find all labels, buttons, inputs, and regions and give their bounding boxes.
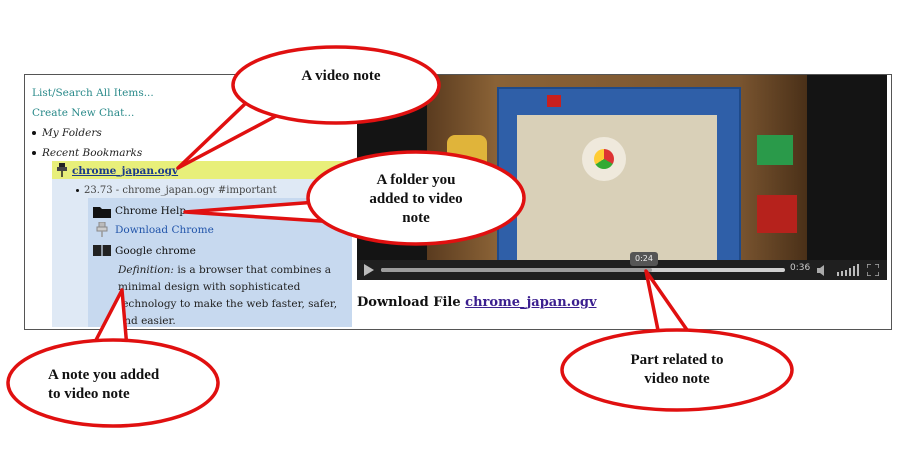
- callout-folder-text: A folder you added to video note: [346, 171, 486, 228]
- callout-part-text: Part related to video note: [607, 351, 747, 389]
- callout-video-note-label: A video note: [301, 68, 381, 84]
- callout-note-text: A note you added to video note: [48, 366, 198, 404]
- callout-folder-line2: added to video: [369, 191, 463, 207]
- callout-folder-line1: A folder you: [376, 172, 456, 188]
- callout-part-line2: video note: [644, 371, 710, 387]
- callout-note-line2: to video note: [48, 386, 130, 402]
- callout-part-line1: Part related to: [630, 352, 724, 368]
- callout-note-line1: A note you added: [48, 367, 160, 383]
- callout-folder-line3: note: [402, 210, 430, 226]
- callout-video-note-text: A video note: [286, 67, 396, 86]
